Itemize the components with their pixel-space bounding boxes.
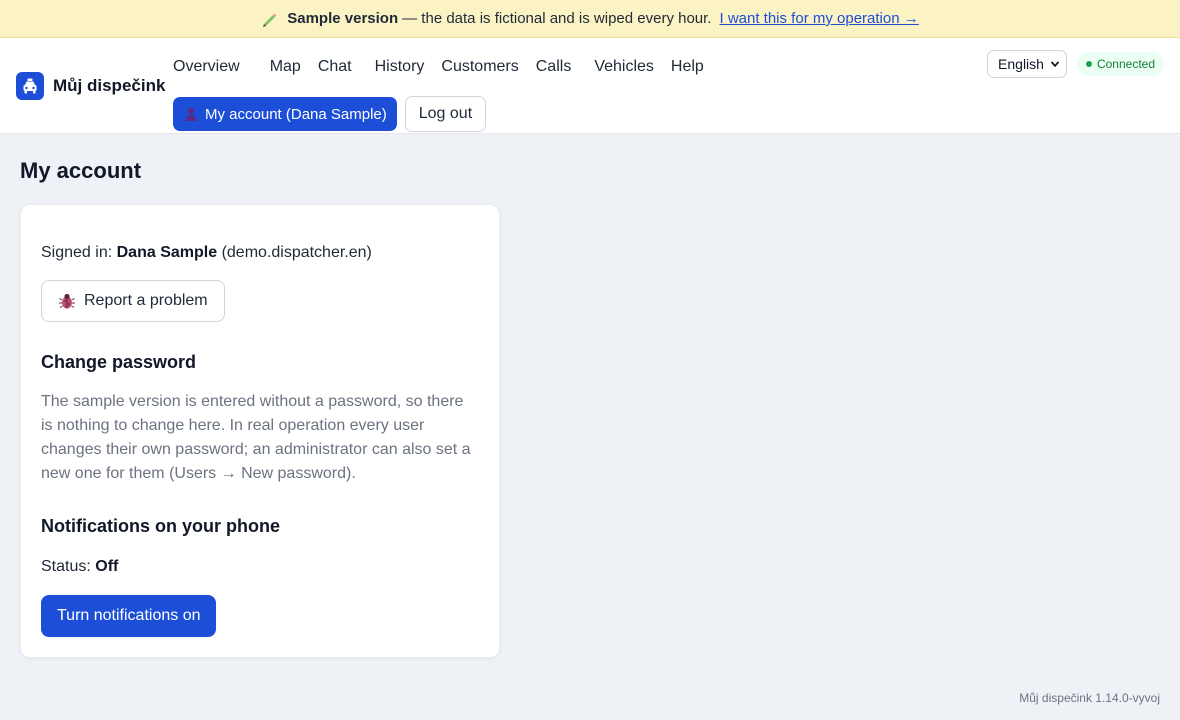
my-account-label: My account (Dana Sample) xyxy=(205,105,387,123)
change-password-heading: Change password xyxy=(41,352,197,372)
status-dot-icon xyxy=(1085,61,1092,67)
main-content: My account Signed in: Dana Sample (demo.… xyxy=(0,134,1180,682)
banner-title: Sample version xyxy=(287,10,399,27)
connection-status: Connected xyxy=(1096,57,1155,71)
status-label: Status: xyxy=(41,558,91,575)
user-icon xyxy=(185,107,197,121)
app-header: Můj dispečink Overview Map Chat History … xyxy=(0,38,1180,134)
language-value: English xyxy=(998,56,1044,72)
nav-overview[interactable]: Overview xyxy=(173,52,250,82)
my-account-button[interactable]: My account (Dana Sample) xyxy=(173,97,397,131)
report-problem-label: Report a problem xyxy=(84,292,208,309)
notifications-status: Status: Off xyxy=(41,555,479,579)
version-footer: Můj dispečink 1.14.0-vyvoj xyxy=(1019,691,1160,705)
connection-badge: Connected xyxy=(1076,52,1164,76)
notifications-heading: Notifications on your phone xyxy=(41,516,280,536)
banner-link[interactable]: I want this for my operation → xyxy=(719,10,918,27)
turn-notifications-on-button[interactable]: Turn notifications on xyxy=(41,595,217,637)
brand-name: Můj dispečink xyxy=(53,76,166,95)
header-right: English Connected xyxy=(987,50,1164,78)
language-select[interactable]: English xyxy=(987,50,1067,78)
nav-chat[interactable]: Chat xyxy=(311,52,362,82)
nav-calls[interactable]: Calls xyxy=(529,52,582,82)
nav-vehicles[interactable]: Vehicles xyxy=(581,52,664,82)
taxi-logo-icon xyxy=(16,72,44,100)
account-card: Signed in: Dana Sample (demo.dispatcher.… xyxy=(20,204,500,658)
nav-customers[interactable]: Customers xyxy=(434,52,528,82)
banner-text: — the data is fictional and is wiped eve… xyxy=(402,10,712,27)
page-title: My account xyxy=(20,158,142,183)
change-password-text: The sample version is entered without a … xyxy=(41,393,471,482)
signed-in-line: Signed in: Dana Sample (demo.dispatcher.… xyxy=(41,241,479,265)
main-nav: Overview Map Chat History Customers Call… xyxy=(173,52,714,132)
chevron-down-icon xyxy=(1050,61,1060,68)
user-login: (demo.dispatcher.en) xyxy=(221,244,372,261)
nav-help[interactable]: Help xyxy=(664,52,714,82)
signed-in-label: Signed in: xyxy=(41,244,113,261)
nav-links: Overview Map Chat History Customers Call… xyxy=(173,52,714,82)
brand[interactable]: Můj dispečink xyxy=(16,72,165,100)
nav-map[interactable]: Map xyxy=(250,52,311,82)
logout-button[interactable]: Log out xyxy=(404,96,487,132)
bug-icon xyxy=(59,293,75,309)
demo-banner: Sample version — the data is fictional a… xyxy=(0,0,1180,38)
nav-history[interactable]: History xyxy=(362,52,435,82)
pencil-icon xyxy=(263,13,277,27)
account-actions: My account (Dana Sample) Log out xyxy=(173,96,714,132)
user-name: Dana Sample xyxy=(116,244,218,261)
status-value: Off xyxy=(95,558,119,575)
report-problem-button[interactable]: Report a problem xyxy=(41,280,225,322)
